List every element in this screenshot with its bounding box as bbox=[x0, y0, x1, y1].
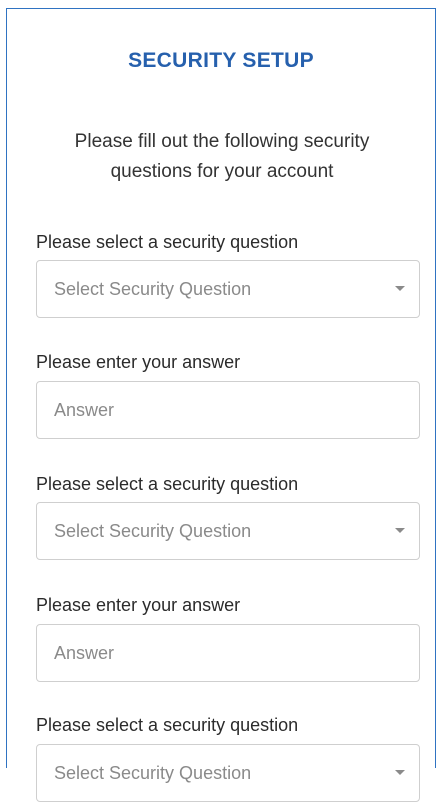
security-question-1-select[interactable]: Select Security Question bbox=[36, 260, 420, 318]
chevron-down-icon bbox=[395, 286, 405, 291]
security-setup-panel: SECURITY SETUP Please fill out the follo… bbox=[6, 8, 436, 802]
security-question-1-label: Please select a security question bbox=[36, 232, 299, 252]
security-answer-1-placeholder: Answer bbox=[54, 400, 115, 420]
security-question-2-label: Please select a security question bbox=[36, 474, 299, 494]
security-question-3-select[interactable]: Select Security Question bbox=[36, 744, 420, 802]
security-question-3-label: Please select a security question bbox=[36, 715, 299, 735]
security-answer-1-label: Please enter your answer bbox=[36, 352, 241, 372]
chevron-down-icon bbox=[395, 528, 405, 533]
security-answer-2-input[interactable]: Answer bbox=[36, 624, 420, 682]
page-title: SECURITY SETUP bbox=[128, 49, 314, 72]
security-question-2-select[interactable]: Select Security Question bbox=[36, 502, 420, 560]
security-answer-1-input[interactable]: Answer bbox=[36, 381, 420, 439]
security-question-2-placeholder: Select Security Question bbox=[54, 521, 252, 541]
security-question-1-placeholder: Select Security Question bbox=[54, 279, 252, 299]
page-subtitle: Please fill out the following security q… bbox=[74, 131, 370, 182]
security-answer-2-placeholder: Answer bbox=[54, 643, 115, 663]
security-question-3-placeholder: Select Security Question bbox=[54, 763, 252, 783]
security-answer-2-label: Please enter your answer bbox=[36, 595, 241, 615]
chevron-down-icon bbox=[395, 770, 405, 775]
